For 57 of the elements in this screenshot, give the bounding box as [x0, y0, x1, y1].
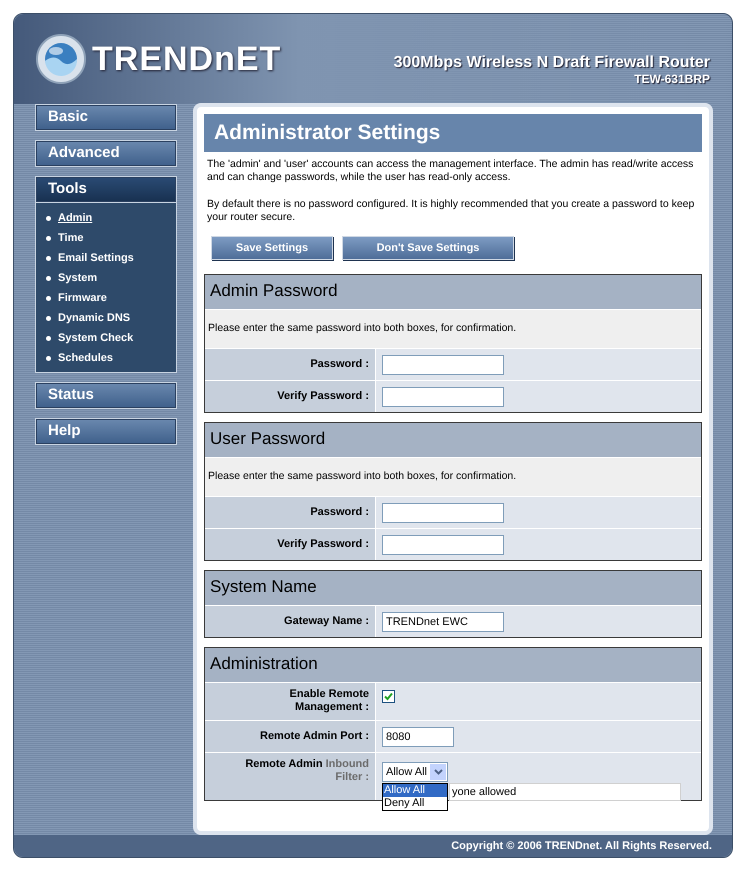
nav-link[interactable]: Admin — [58, 210, 92, 226]
bullet-icon — [46, 256, 51, 260]
product-name: 300Mbps Wireless N Draft Firewall Router — [394, 54, 710, 72]
password-field[interactable] — [382, 386, 504, 406]
nav-link[interactable]: Schedules — [58, 350, 114, 366]
intro-paragraph: The 'admin' and 'user' accounts can access the management interface. The admin has read/write access and can change passwords, while the user has read-only access. — [206, 158, 694, 184]
section-heading: Admin Password — [205, 275, 701, 309]
nav-link[interactable]: Dynamic DNS — [58, 310, 130, 326]
dropdown-option[interactable]: Allow All — [383, 784, 447, 797]
dropdown-option[interactable]: Deny All — [383, 797, 447, 810]
password-field[interactable] — [382, 354, 504, 374]
field-label: Password : — [309, 506, 369, 519]
globe-logo-icon — [36, 34, 86, 84]
intro-paragraph: By default there is no password configured. It is highly recommended that you create a password to keep your router secure. — [206, 198, 696, 224]
bullet-icon — [46, 216, 51, 220]
bullet-icon — [46, 236, 51, 240]
section-heading: Administration — [205, 648, 701, 682]
action-button[interactable]: Save Settings — [211, 236, 333, 260]
section-description: Please enter the same password into both boxes, for confirmation. — [208, 470, 516, 482]
nav-link[interactable]: System — [58, 270, 98, 286]
checkbox[interactable] — [382, 690, 395, 703]
nav-link[interactable]: Firmware — [58, 290, 107, 306]
field-label: Verify Password : — [276, 390, 369, 403]
nav-button[interactable]: Basic — [35, 104, 177, 131]
model-number: TEW-631BRP — [634, 72, 710, 86]
nav-button[interactable]: Advanced — [35, 140, 177, 167]
bullet-icon — [46, 296, 51, 300]
nav-link[interactable]: System Check — [58, 330, 134, 346]
nav-button[interactable]: Tools — [35, 176, 177, 203]
password-field[interactable] — [382, 502, 504, 522]
field-label: Gateway Name : — [283, 615, 369, 628]
page-title: Administrator Settings — [204, 114, 702, 152]
field-label: Password : — [309, 358, 369, 371]
bullet-icon — [46, 276, 51, 280]
bullet-icon — [46, 336, 51, 340]
description-field: yone allowed — [449, 783, 681, 801]
section-description: Please enter the same password into both boxes, for confirmation. — [208, 322, 516, 334]
nav-button[interactable]: Status — [35, 382, 177, 409]
bullet-icon — [46, 316, 51, 320]
action-button[interactable]: Don't Save Settings — [342, 236, 514, 260]
dropdown[interactable]: Allow All — [382, 762, 448, 782]
field-label: Verify Password : — [276, 538, 369, 551]
nav-link[interactable]: Email Settings — [58, 250, 134, 266]
copyright-text: Copyright © 2006 TRENDnet. All Rights Reserved. — [451, 838, 712, 854]
chevron-icon — [430, 764, 446, 780]
section-heading: System Name — [205, 571, 701, 605]
brand-logo: TRENDnET — [92, 38, 282, 80]
nav-button[interactable]: Help — [35, 418, 177, 445]
text-field[interactable]: TRENDnet EWC — [382, 612, 504, 632]
text-field[interactable]: 8080 — [382, 726, 454, 746]
nav-link[interactable]: Time — [58, 230, 84, 246]
section-heading: User Password — [205, 423, 701, 457]
field-label: Enable Remote Management : — [288, 688, 369, 714]
field-label: Remote Admin Inbound Filter : — [244, 758, 369, 784]
password-field[interactable] — [382, 534, 504, 554]
field-label: Remote Admin Port : — [259, 730, 369, 743]
bullet-icon — [46, 356, 51, 360]
